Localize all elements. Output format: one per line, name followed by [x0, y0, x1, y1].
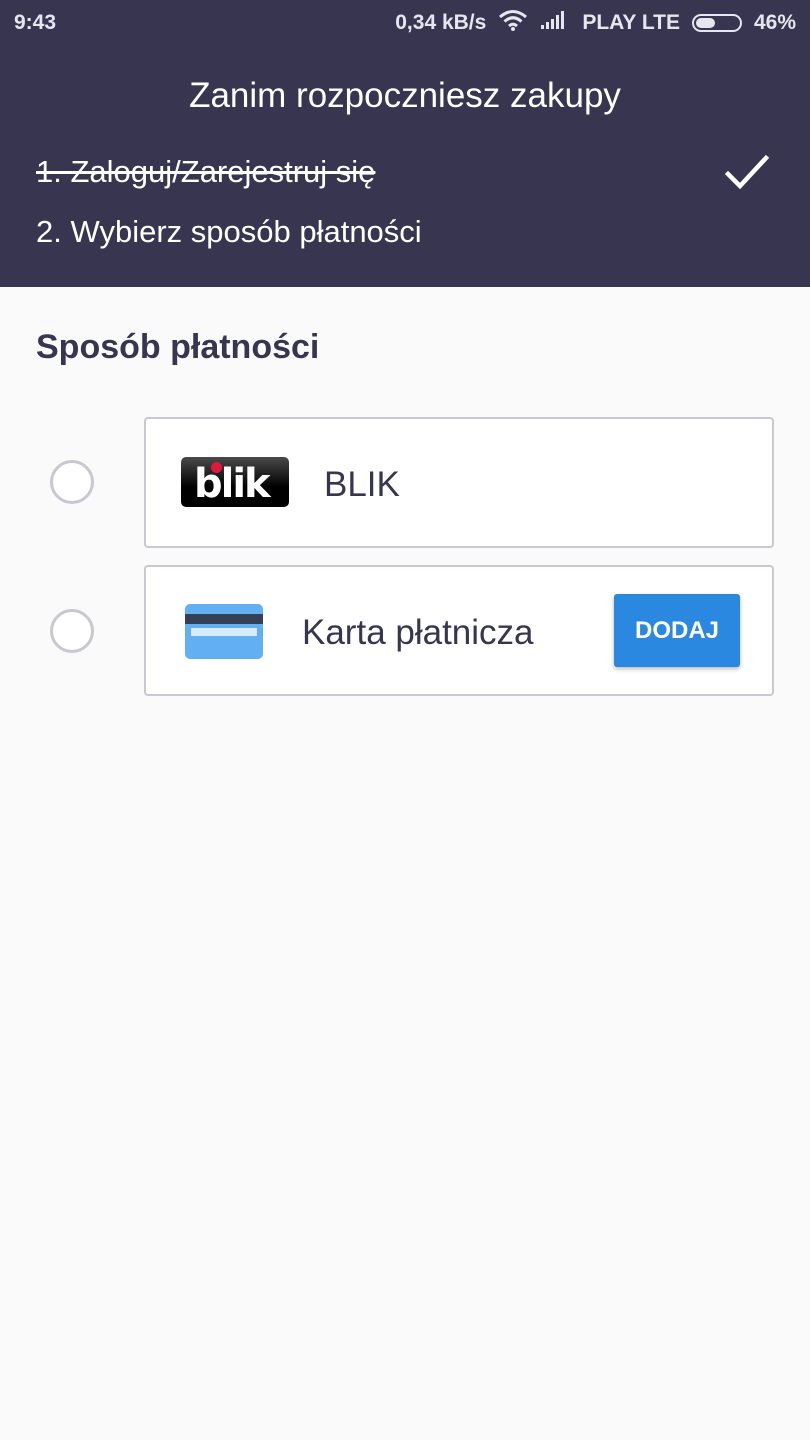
credit-card-icon	[185, 604, 263, 659]
blik-logo-text: blik	[194, 461, 271, 507]
add-card-button[interactable]: DODAJ	[614, 594, 740, 667]
status-time: 9:43	[14, 11, 57, 34]
battery-percent: 46%	[753, 11, 796, 34]
header-title: Zanim rozpoczniesz zakupy	[189, 76, 621, 115]
card-band	[191, 628, 257, 636]
payment-option-blik[interactable]: blik BLIK	[144, 417, 774, 548]
signal-icon	[540, 10, 570, 36]
carrier-label: PLAY LTE	[582, 11, 680, 34]
network-speed: 0,34 kB/s	[395, 11, 487, 34]
step-login: 1. Zaloguj/Zarejestruj się	[36, 154, 376, 189]
check-icon	[724, 153, 770, 198]
wifi-icon	[498, 9, 528, 37]
header: 9:43 0,34 kB/s PLAY LTE 46% Zanim rozpoc…	[0, 0, 810, 287]
battery-icon	[691, 14, 742, 32]
blik-logo: blik	[181, 457, 289, 507]
option-label-card: Karta płatnicza	[302, 613, 534, 652]
option-label-blik: BLIK	[324, 465, 400, 504]
battery-level	[695, 18, 715, 28]
radio-blik[interactable]	[50, 460, 94, 504]
step-payment: 2. Wybierz sposób płatności	[36, 214, 422, 249]
radio-card[interactable]	[50, 609, 94, 653]
status-indicators: 0,34 kB/s PLAY LTE 46%	[395, 9, 796, 37]
status-bar: 9:43 0,34 kB/s PLAY LTE 46%	[0, 0, 810, 46]
section-title: Sposób płatności	[36, 328, 320, 366]
payment-option-card[interactable]: Karta płatnicza DODAJ	[144, 565, 774, 696]
blik-logo-dot	[211, 462, 222, 473]
card-stripe	[185, 614, 263, 624]
